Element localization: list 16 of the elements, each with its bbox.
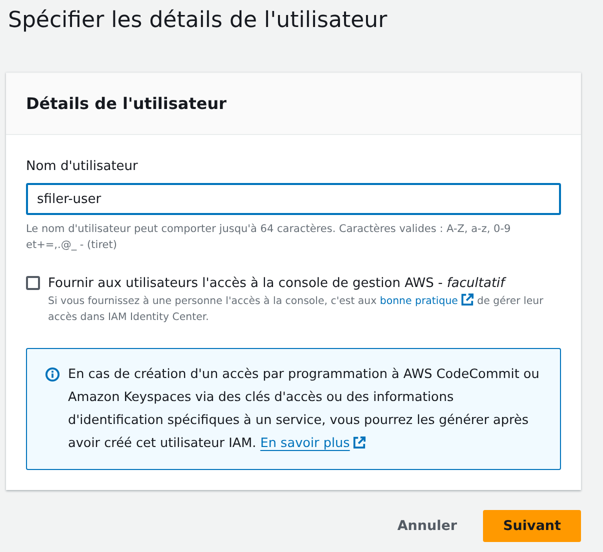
checkbox-description: Si vous fournissez à une personne l'accès à la console, c'est aux bonne pratique de gérer leur accès dans IAM Identity Center. [48,293,561,326]
learn-more-link[interactable]: En savoir plus [260,436,350,451]
info-message: En cas de création d'un accès par programmation à AWS CodeCommit ou Amazon Keyspaces via des clés d'accès ou des informations d'identification spécifiques à un service, vous pourrez les générer après avoir créé cet utilisateur IAM. En savoir plus [68,366,540,453]
page-title: Spécifier les détails de l'utilisateur [8,7,388,35]
field-hint: Le nom d'utilisateur peut comporter jusqu'à 64 caractères. Caractères valides : A-Z, a-z, 0-9 et+=,.@_ - (tiret) [26,222,512,253]
next-button[interactable]: Suivant [483,510,581,542]
best-practice-link[interactable]: bonne pratique [380,296,458,307]
field-label: Nom d'utilisateur [26,158,138,176]
info-icon [45,367,60,382]
card-heading: Détails de l'utilisateur [26,92,226,114]
external-link-icon [460,293,474,306]
checkbox[interactable] [26,276,40,290]
username-field[interactable]: sfiler-user [26,183,561,215]
external-link-icon [352,436,366,449]
checkbox-label: Fournir aux utilisateurs l'accès à la console de gestion AWS - facultatif [48,275,508,293]
cancel-button[interactable]: Annuler [387,510,468,542]
